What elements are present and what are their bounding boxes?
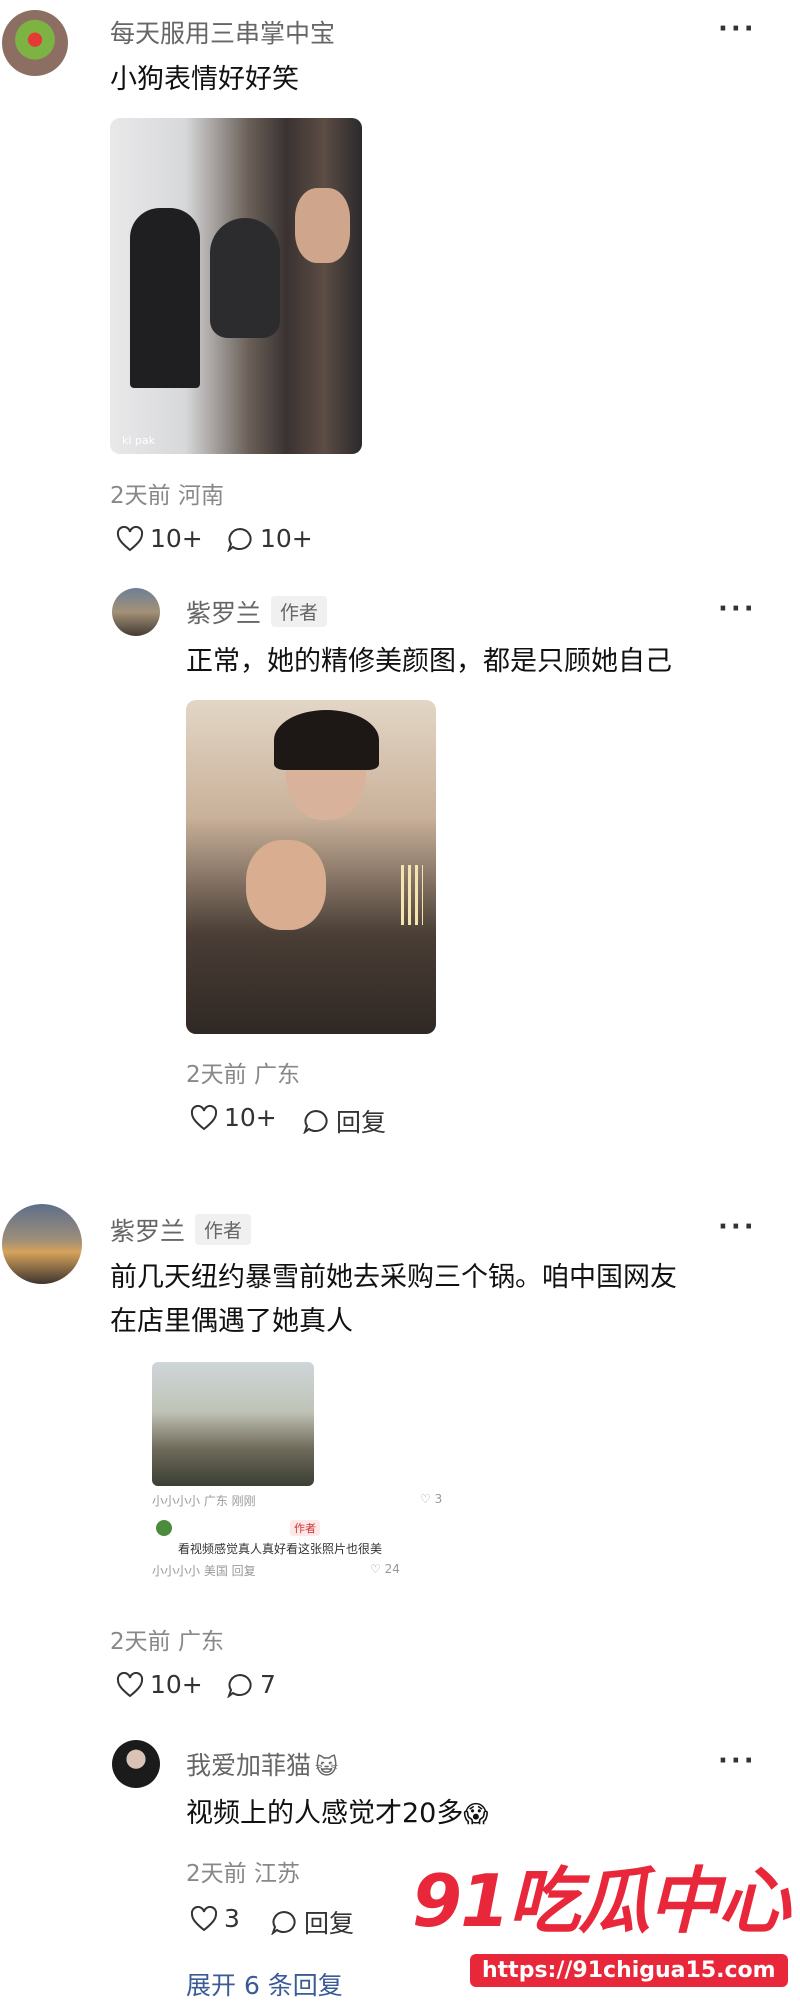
comment-text: 正常，她的精修美颜图，都是只顾她自己 [186,646,672,677]
person-silhouette [130,208,200,388]
hair [274,710,379,770]
like-count: 10+ [150,524,203,553]
heart-icon [190,1905,218,1931]
comment-text: 小狗表情好好笑 [110,64,299,95]
avatar[interactable] [2,1204,82,1284]
username[interactable]: 我爱加菲猫 😺 [186,1746,338,1782]
reply-button[interactable]: 7 [226,1670,276,1699]
comment-bubble-icon [303,1109,328,1134]
candles [401,865,423,925]
scream-emoji: 😱 [463,1800,489,1828]
comment-image[interactable] [186,700,436,1034]
like-button[interactable]: 10+ [116,1670,203,1699]
comment-bubble-icon [271,1910,296,1935]
comment-text-line: 前几天纽约暴雪前她去采购三个锅。咱中国网友 [110,1262,677,1293]
reply-count: 10+ [260,524,313,553]
heart-icon [190,1104,218,1130]
author-tag: 作者 [195,1214,252,1245]
embedded-like: ♡ 24 [370,1562,400,1576]
comment-image[interactable]: ki pak [110,118,362,454]
comment-text: 视频上的人感觉才20多😱 [186,1798,489,1829]
like-button[interactable]: 3 [190,1904,240,1933]
expand-replies-link[interactable]: 展开 6 条回复 [186,1966,343,2002]
like-count: 10+ [224,1103,277,1132]
like-count: 3 [224,1904,240,1933]
comment-meta: 2天前 广东 [186,1062,300,1088]
reply-button[interactable]: 10+ [226,524,313,553]
like-button[interactable]: 10+ [116,524,203,553]
reply-label: 回复 [336,1108,387,1137]
comment-meta: 2天前 广东 [110,1629,224,1655]
reply-button[interactable]: 回复 [270,1904,354,1940]
comment-meta: 2天前 河南 [110,483,224,509]
embedded-text: 看视频感觉真人真好看这张照片也很美 [178,1542,383,1556]
watermark-url: https://91chigua15.com [470,1954,788,1987]
comment-text-line: 在店里偶遇了她真人 [110,1306,353,1337]
more-options-icon[interactable]: ··· [718,1212,757,1242]
heart-icon [116,525,144,551]
embedded-meta: 小小小小 广东 刚刚 [152,1494,256,1508]
reply-label: 回复 [304,1909,355,1938]
avatar[interactable] [112,1740,160,1788]
embedded-like: ♡ 3 [420,1492,443,1506]
watermark-brand: 91吃瓜中心 [412,1859,790,1943]
username[interactable]: 紫罗兰 作者 [186,594,328,630]
embedded-photo [152,1362,314,1486]
username[interactable]: 每天服用三串掌中宝 [110,14,335,50]
avatar[interactable] [2,10,68,76]
woman-face [295,188,350,263]
embedded-meta: 小小小小 美国 回复 [152,1564,256,1578]
more-options-icon[interactable]: ··· [718,1746,757,1776]
reply-count: 7 [260,1670,276,1699]
more-options-icon[interactable]: ··· [718,594,757,624]
embedded-avatar [156,1520,172,1536]
embedded-screenshot[interactable]: 小小小小 广东 刚刚 ♡ 3 作者 看视频感觉真人真好看这张照片也很美 小小小小… [150,1360,460,1594]
watermark: 91吃瓜中心 https://91chigua15.com [408,1842,796,2004]
author-tag: 作者 [271,596,328,627]
like-button[interactable]: 10+ [190,1103,277,1132]
girl-face [246,840,326,930]
avatar[interactable] [112,588,160,636]
cat-emoji: 😺 [315,1755,338,1780]
dog-silhouette [210,218,280,338]
comment-bubble-icon [227,527,252,552]
photo-overlay-text: ki pak [122,434,156,447]
reply-button[interactable]: 回复 [302,1103,386,1139]
comment-meta: 2天前 江苏 [186,1861,300,1887]
heart-icon [116,1671,144,1697]
username[interactable]: 紫罗兰 作者 [110,1212,252,1248]
like-count: 10+ [150,1670,203,1699]
comment-bubble-icon [227,1673,252,1698]
embedded-tag: 作者 [290,1520,320,1536]
more-options-icon[interactable]: ··· [718,14,757,44]
